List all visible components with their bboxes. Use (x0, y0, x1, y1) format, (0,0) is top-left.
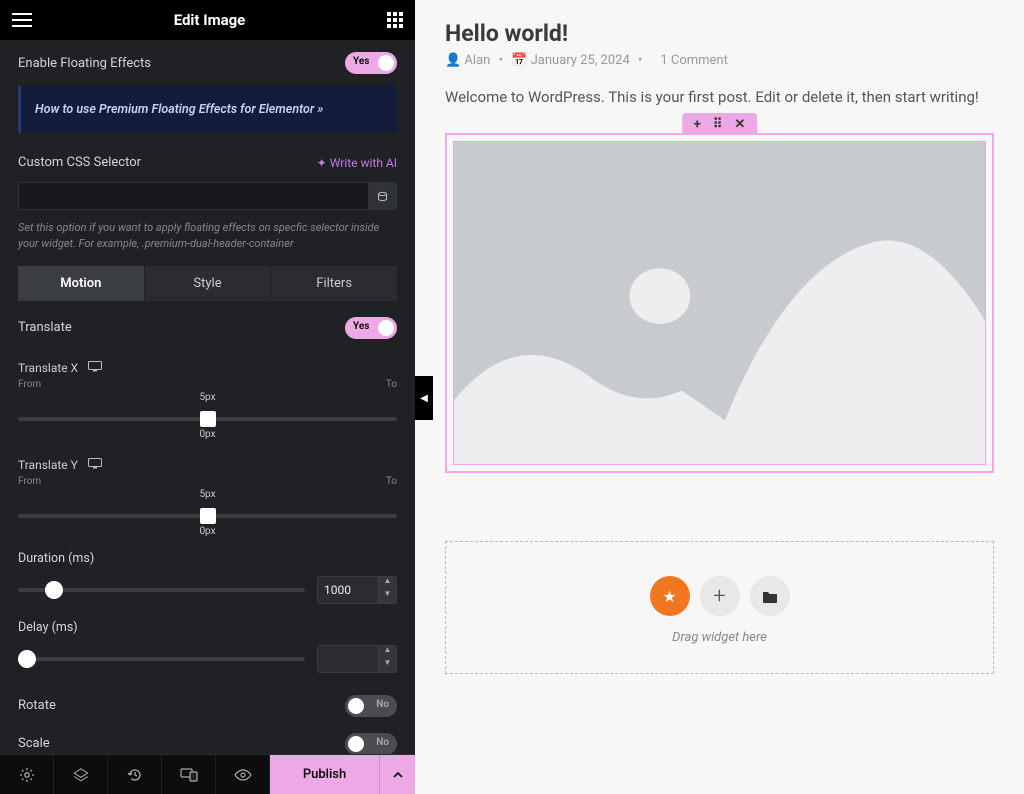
post-meta: 👤 Alan • 📅 January 25, 2024 • 1 Comment (445, 53, 994, 68)
css-selector-input[interactable] (18, 182, 369, 210)
drag-handle-icon[interactable]: ⠿ (713, 117, 723, 132)
image-widget-wrapper: + ⠿ ✕ ✎ (445, 133, 994, 473)
post-comments[interactable]: 1 Comment (660, 53, 728, 68)
translate-label: Translate (18, 320, 72, 335)
duration-row: ▲▼ (0, 570, 415, 610)
image-placeholder (453, 141, 986, 465)
help-link-box[interactable]: How to use Premium Floating Effects for … (18, 86, 397, 133)
translate-x-block: Translate X From To 5px 0px (0, 351, 415, 444)
delay-spinner[interactable]: ▲▼ (379, 645, 397, 673)
sparkle-icon: ✦ (317, 156, 327, 170)
drop-zone[interactable]: ★ + Drag widget here (445, 541, 994, 674)
enable-floating-toggle[interactable]: Yes (345, 52, 397, 74)
sidebar-body: Enable Floating Effects Yes How to use P… (0, 40, 415, 754)
translate-y-bottom-value: 0px (18, 526, 397, 537)
responsive-icon[interactable] (88, 361, 102, 375)
delay-label: Delay (ms) (0, 610, 415, 639)
widgets-grid-icon[interactable] (387, 12, 403, 28)
css-helper-text: Set this option if you want to apply flo… (0, 220, 415, 266)
tab-filters[interactable]: Filters (271, 266, 397, 301)
responsive-mode-icon[interactable] (162, 755, 216, 794)
translate-y-slider[interactable] (18, 514, 397, 518)
close-icon[interactable]: ✕ (734, 117, 745, 132)
drop-zone-buttons: ★ + (466, 576, 973, 616)
delay-row: ▲▼ (0, 639, 415, 679)
duration-label: Duration (ms) (0, 541, 415, 570)
panel-title: Edit Image (174, 11, 246, 29)
css-selector-row: Custom CSS Selector ✦ Write with AI (0, 147, 415, 178)
publish-options-button[interactable] (379, 755, 415, 794)
add-widget-icon[interactable]: + (694, 117, 701, 132)
collapse-panel-button[interactable]: ◀ (415, 376, 433, 420)
add-widget-button[interactable]: + (700, 576, 740, 616)
navigator-icon[interactable] (54, 755, 108, 794)
tab-motion[interactable]: Motion (18, 266, 145, 301)
rotate-toggle[interactable]: No (345, 695, 397, 717)
settings-icon[interactable] (0, 755, 54, 794)
widget-toolbar: + ⠿ ✕ (682, 113, 758, 135)
menu-icon[interactable] (12, 13, 32, 27)
duration-slider[interactable] (18, 588, 305, 592)
dynamic-tags-button[interactable] (369, 182, 397, 210)
template-library-button[interactable] (750, 576, 790, 616)
translate-x-label: Translate X (18, 361, 78, 375)
preview-icon[interactable] (216, 755, 270, 794)
scale-row: Scale No (0, 725, 415, 754)
write-with-ai-link[interactable]: ✦ Write with AI (317, 156, 397, 170)
post-date: January 25, 2024 (531, 53, 630, 68)
translate-x-bottom-value: 0px (18, 429, 397, 440)
duration-input[interactable] (317, 576, 379, 604)
css-selector-label: Custom CSS Selector (18, 155, 141, 170)
drop-zone-label: Drag widget here (466, 630, 973, 645)
duration-spinner[interactable]: ▲▼ (379, 576, 397, 604)
responsive-icon[interactable] (88, 458, 102, 472)
translate-toggle[interactable]: Yes (345, 317, 397, 339)
post-body: Welcome to WordPress. This is your first… (445, 86, 994, 109)
enable-floating-label: Enable Floating Effects (18, 56, 151, 71)
translate-x-slider[interactable] (18, 417, 397, 421)
translate-row: Translate Yes (0, 301, 415, 351)
translate-y-block: Translate Y From To 5px 0px (0, 444, 415, 541)
preview-pane: Hello world! 👤 Alan • 📅 January 25, 2024… (415, 0, 1024, 794)
translate-x-top-value: 5px (199, 392, 215, 403)
user-icon: 👤 (445, 53, 461, 68)
tab-style[interactable]: Style (145, 266, 272, 301)
css-input-row (0, 178, 415, 220)
rotate-row: Rotate No (0, 679, 415, 725)
favorites-button[interactable]: ★ (650, 576, 690, 616)
translate-y-top-value: 5px (199, 489, 215, 500)
post-author: Alan (464, 53, 490, 68)
calendar-icon: 📅 (511, 53, 527, 68)
effect-tabs: Motion Style Filters (0, 266, 415, 301)
scale-toggle[interactable]: No (345, 733, 397, 754)
enable-floating-row: Enable Floating Effects Yes (0, 40, 415, 86)
editor-sidebar: Edit Image Enable Floating Effects Yes H… (0, 0, 415, 794)
history-icon[interactable] (108, 755, 162, 794)
delay-slider[interactable] (18, 657, 305, 661)
sidebar-footer: Publish (0, 754, 415, 794)
post-title: Hello world! (445, 20, 994, 47)
translate-y-label: Translate Y (18, 458, 78, 472)
sidebar-header: Edit Image (0, 0, 415, 40)
delay-input[interactable] (317, 645, 379, 673)
publish-button[interactable]: Publish (270, 755, 379, 794)
image-widget[interactable]: ✎ (445, 133, 994, 473)
